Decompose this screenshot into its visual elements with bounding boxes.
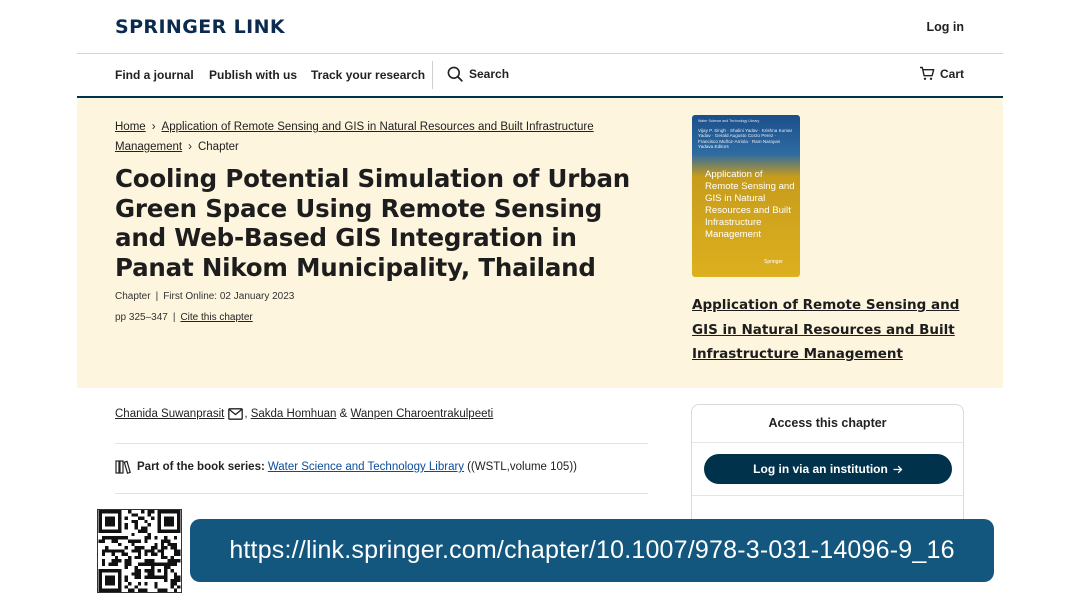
search-label: Search [469, 67, 510, 81]
chapter-meta: Chapter | First Online: 02 January 2023 [115, 291, 295, 302]
main-nav: Find a journal Publish with us Track you… [77, 54, 1003, 98]
author-link[interactable]: Sakda Homhuan [251, 408, 337, 420]
first-online-date: First Online: 02 January 2023 [163, 291, 295, 302]
author-link[interactable]: Chanida Suwanprasit [115, 408, 224, 420]
divider [115, 493, 648, 494]
breadcrumb: Home › Application of Remote Sensing and G… [115, 117, 615, 157]
institution-login-label: Log in via an institution [753, 462, 888, 476]
series-volume: ((WSTL,volume 105)) [467, 461, 577, 473]
cover-publisher: Springer [764, 259, 783, 265]
breadcrumb-book[interactable]: Application of Remote Sensing and GIS in… [162, 121, 594, 133]
site-header: SPRINGER LINK Log in [77, 0, 1003, 54]
content-type: Chapter [115, 291, 151, 302]
institution-login-button[interactable]: Log in via an institution [704, 454, 952, 484]
chapter-url: https://link.springer.com/chapter/10.100… [229, 536, 955, 564]
nav-publish-with-us[interactable]: Publish with us [209, 68, 297, 82]
series-label: Part of the book series: [137, 461, 265, 473]
access-heading: Access this chapter [768, 416, 887, 430]
author-and: & [339, 408, 348, 420]
springer-link-logo[interactable]: SPRINGER LINK [115, 16, 285, 38]
author-link[interactable]: Wanpen Charoentrakulpeeti [350, 408, 493, 420]
cover-title: Application of Remote Sensing and GIS in… [705, 169, 795, 240]
cart-button[interactable]: Cart [919, 66, 964, 81]
chapter-pages-row: pp 325–347 | Cite this chapter [115, 312, 253, 323]
nav-divider [432, 61, 433, 89]
search-button[interactable]: Search [447, 66, 509, 82]
divider [692, 442, 963, 443]
divider [115, 443, 648, 444]
books-icon [115, 460, 131, 474]
arrow-right-icon [893, 465, 903, 473]
cart-label: Cart [939, 66, 964, 81]
page-range: pp 325–347 [115, 312, 168, 323]
book-title-link[interactable]: Application of Remote Sensing and GIS in… [692, 293, 962, 367]
email-icon[interactable] [228, 408, 244, 420]
qr-code [97, 509, 182, 593]
chevron-right-icon: › [151, 121, 156, 133]
url-banner: https://link.springer.com/chapter/10.100… [190, 519, 994, 582]
breadcrumb-home[interactable]: Home [115, 121, 146, 133]
author-list: Chanida Suwanprasit , Sakda Homhuan & Wa… [115, 408, 494, 420]
divider [692, 495, 963, 496]
cart-icon [919, 66, 935, 80]
qr-code-image [98, 510, 181, 592]
nav-track-research[interactable]: Track your research [311, 68, 425, 82]
chevron-right-icon: › [188, 141, 192, 153]
book-cover[interactable]: Water Science and Technology Library Vij… [692, 115, 800, 277]
chapter-title: Cooling Potential Simulation of Urban Gr… [115, 164, 631, 282]
book-series-row: Part of the book series: Water Science a… [115, 460, 577, 474]
cover-editors: Vijay P. Singh · Shalini Yadav · Krishna… [698, 128, 793, 149]
nav-find-journal[interactable]: Find a journal [115, 68, 194, 82]
cite-chapter-link[interactable]: Cite this chapter [180, 312, 252, 323]
login-link[interactable]: Log in [927, 20, 965, 34]
breadcrumb-current: Chapter [197, 141, 239, 153]
search-icon [447, 66, 463, 82]
cover-series: Water Science and Technology Library [698, 119, 760, 123]
chapter-hero: Home › Application of Remote Sensing and G… [77, 98, 1003, 388]
access-panel: Access this chapter Log in via an instit… [691, 404, 964, 534]
breadcrumb-book-cont[interactable]: Management [115, 141, 182, 153]
series-link[interactable]: Water Science and Technology Library [268, 461, 464, 473]
